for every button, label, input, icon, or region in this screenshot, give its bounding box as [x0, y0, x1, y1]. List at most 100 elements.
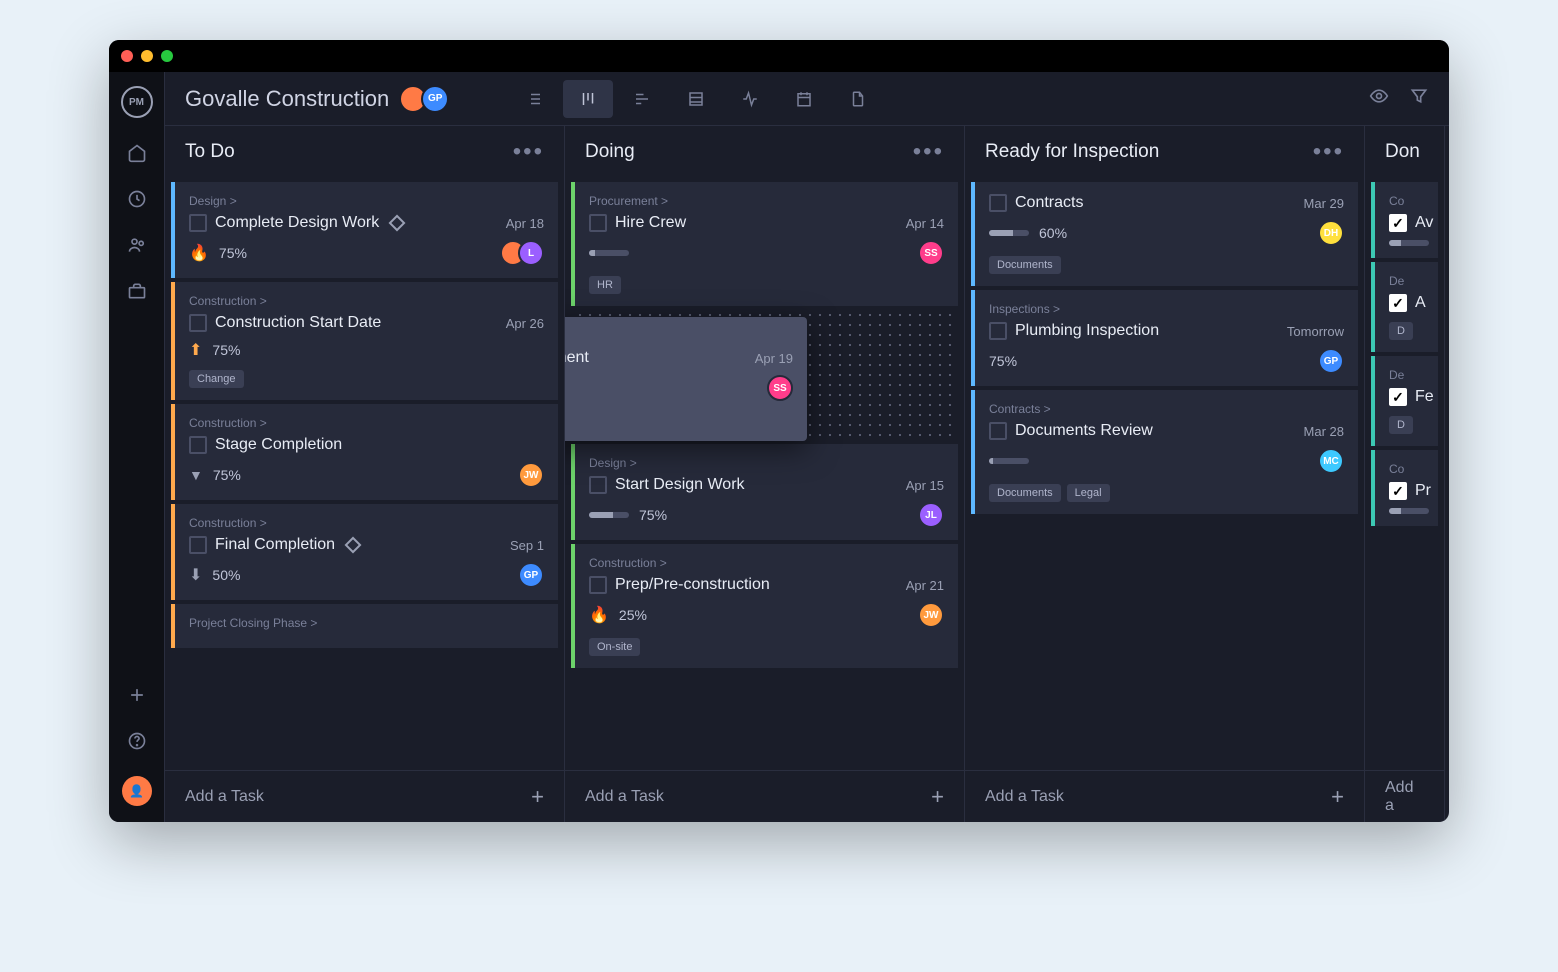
- card-category: Design >: [589, 456, 944, 470]
- plus-icon[interactable]: +: [531, 784, 544, 810]
- assignee-avatar[interactable]: DH: [1318, 220, 1344, 246]
- assignee-stack[interactable]: JW: [926, 602, 944, 628]
- tag[interactable]: Documents: [989, 484, 1061, 502]
- assignee-stack[interactable]: DH: [1326, 220, 1344, 246]
- assignee-stack[interactable]: JW: [526, 462, 544, 488]
- plus-icon[interactable]: +: [1331, 784, 1344, 810]
- home-icon[interactable]: [126, 142, 148, 164]
- column-title: Doing: [585, 141, 635, 163]
- assignee-stack[interactable]: JL: [926, 502, 944, 528]
- assignee-avatar[interactable]: JW: [518, 462, 544, 488]
- kanban-board: To Do•••Design >Complete Design WorkApr …: [165, 126, 1449, 822]
- progress-bar-icon: [1389, 508, 1429, 514]
- task-checkbox[interactable]: [589, 476, 607, 494]
- dragging-card[interactable]: Procurement >Order EquipmentApr 19🔥SSIss…: [565, 317, 807, 441]
- calendar-view-icon[interactable]: [779, 80, 829, 118]
- column-more-icon[interactable]: •••: [1313, 138, 1344, 166]
- add-task-label: Add a Task: [985, 788, 1064, 806]
- minimize-window-button[interactable]: [141, 50, 153, 62]
- briefcase-icon[interactable]: [126, 280, 148, 302]
- task-checkbox[interactable]: ✓: [1389, 214, 1407, 232]
- project-members[interactable]: GP: [405, 85, 449, 113]
- task-checkbox[interactable]: ✓: [1389, 388, 1407, 406]
- task-checkbox[interactable]: [189, 314, 207, 332]
- tag[interactable]: D: [1389, 322, 1413, 340]
- clock-icon[interactable]: [126, 188, 148, 210]
- assignee-avatar[interactable]: JL: [918, 502, 944, 528]
- task-checkbox[interactable]: [189, 214, 207, 232]
- task-card[interactable]: Design >Start Design WorkApr 1575%JL: [571, 444, 958, 540]
- assignee-stack[interactable]: SS: [775, 375, 793, 401]
- task-card[interactable]: ContractsMar 2960%DHDocuments: [971, 182, 1358, 286]
- member-avatar[interactable]: GP: [421, 85, 449, 113]
- task-checkbox[interactable]: ✓: [1389, 482, 1407, 500]
- plus-icon[interactable]: +: [931, 784, 944, 810]
- board-view-icon[interactable]: [563, 80, 613, 118]
- column-more-icon[interactable]: •••: [513, 138, 544, 166]
- task-card[interactable]: Co✓Pr: [1371, 450, 1438, 526]
- add-task-button[interactable]: Add a Task +: [965, 770, 1364, 822]
- task-card[interactable]: Design >Complete Design WorkApr 18🔥75%L: [171, 182, 558, 278]
- gantt-view-icon[interactable]: [617, 80, 667, 118]
- assignee-stack[interactable]: GP: [1326, 348, 1344, 374]
- filter-icon[interactable]: [1409, 86, 1429, 111]
- list-view-icon[interactable]: [509, 80, 559, 118]
- assignee-avatar[interactable]: JW: [918, 602, 944, 628]
- visibility-icon[interactable]: [1369, 86, 1389, 111]
- task-card[interactable]: Co✓Av: [1371, 182, 1438, 258]
- assignee-stack[interactable]: L: [508, 240, 544, 266]
- maximize-window-button[interactable]: [161, 50, 173, 62]
- tag[interactable]: Documents: [989, 256, 1061, 274]
- file-view-icon[interactable]: [833, 80, 883, 118]
- assignee-avatar[interactable]: GP: [1318, 348, 1344, 374]
- task-card[interactable]: Construction >Final CompletionSep 1⬇50%G…: [171, 504, 558, 600]
- tag[interactable]: On-site: [589, 638, 640, 656]
- task-card[interactable]: Construction >Construction Start DateApr…: [171, 282, 558, 400]
- assignee-avatar[interactable]: MC: [1318, 448, 1344, 474]
- help-icon[interactable]: [126, 730, 148, 752]
- tag-list: On-site: [589, 638, 944, 656]
- task-checkbox[interactable]: [989, 422, 1007, 440]
- app-logo[interactable]: PM: [121, 86, 153, 118]
- column-more-icon[interactable]: •••: [913, 138, 944, 166]
- task-checkbox[interactable]: ✓: [1389, 294, 1407, 312]
- add-task-button[interactable]: Add a: [1365, 770, 1444, 822]
- task-checkbox[interactable]: [189, 436, 207, 454]
- assignee-stack[interactable]: GP: [526, 562, 544, 588]
- add-task-button[interactable]: Add a Task+: [165, 770, 564, 822]
- task-name: Pr: [1415, 482, 1431, 500]
- task-card[interactable]: Project Closing Phase >: [171, 604, 558, 648]
- task-checkbox[interactable]: [989, 322, 1007, 340]
- close-window-button[interactable]: [121, 50, 133, 62]
- current-user-avatar[interactable]: 👤: [122, 776, 152, 806]
- task-checkbox[interactable]: [189, 536, 207, 554]
- assignee-avatar[interactable]: SS: [918, 240, 944, 266]
- assignee-avatar[interactable]: SS: [767, 375, 793, 401]
- task-card[interactable]: Construction >Prep/Pre-constructionApr 2…: [571, 544, 958, 668]
- tag[interactable]: Legal: [1067, 484, 1110, 502]
- tag[interactable]: Change: [189, 370, 244, 388]
- people-icon[interactable]: [126, 234, 148, 256]
- tag[interactable]: D: [1389, 416, 1413, 434]
- assignee-stack[interactable]: MC: [1326, 448, 1344, 474]
- task-checkbox[interactable]: [589, 214, 607, 232]
- task-card[interactable]: De✓AD: [1371, 262, 1438, 352]
- assignee-avatar[interactable]: L: [518, 240, 544, 266]
- plus-icon[interactable]: [126, 684, 148, 706]
- task-card[interactable]: De✓FeD: [1371, 356, 1438, 446]
- activity-view-icon[interactable]: [725, 80, 775, 118]
- task-checkbox[interactable]: [989, 194, 1007, 212]
- assignee-avatar[interactable]: GP: [518, 562, 544, 588]
- task-card[interactable]: Procurement >Hire CrewApr 14SSHR: [571, 182, 958, 306]
- task-checkbox[interactable]: [589, 576, 607, 594]
- tag[interactable]: HR: [589, 276, 621, 294]
- task-percent: 75%: [989, 353, 1017, 369]
- task-card[interactable]: Construction >Stage Completion▼75%JW: [171, 404, 558, 500]
- milestone-icon: [389, 215, 406, 232]
- sheet-view-icon[interactable]: [671, 80, 721, 118]
- task-card[interactable]: Contracts >Documents ReviewMar 28MCDocum…: [971, 390, 1358, 514]
- assignee-stack[interactable]: SS: [926, 240, 944, 266]
- progress-bar-icon: [589, 250, 629, 256]
- task-card[interactable]: Inspections >Plumbing InspectionTomorrow…: [971, 290, 1358, 386]
- add-task-button[interactable]: Add a Task+: [565, 770, 964, 822]
